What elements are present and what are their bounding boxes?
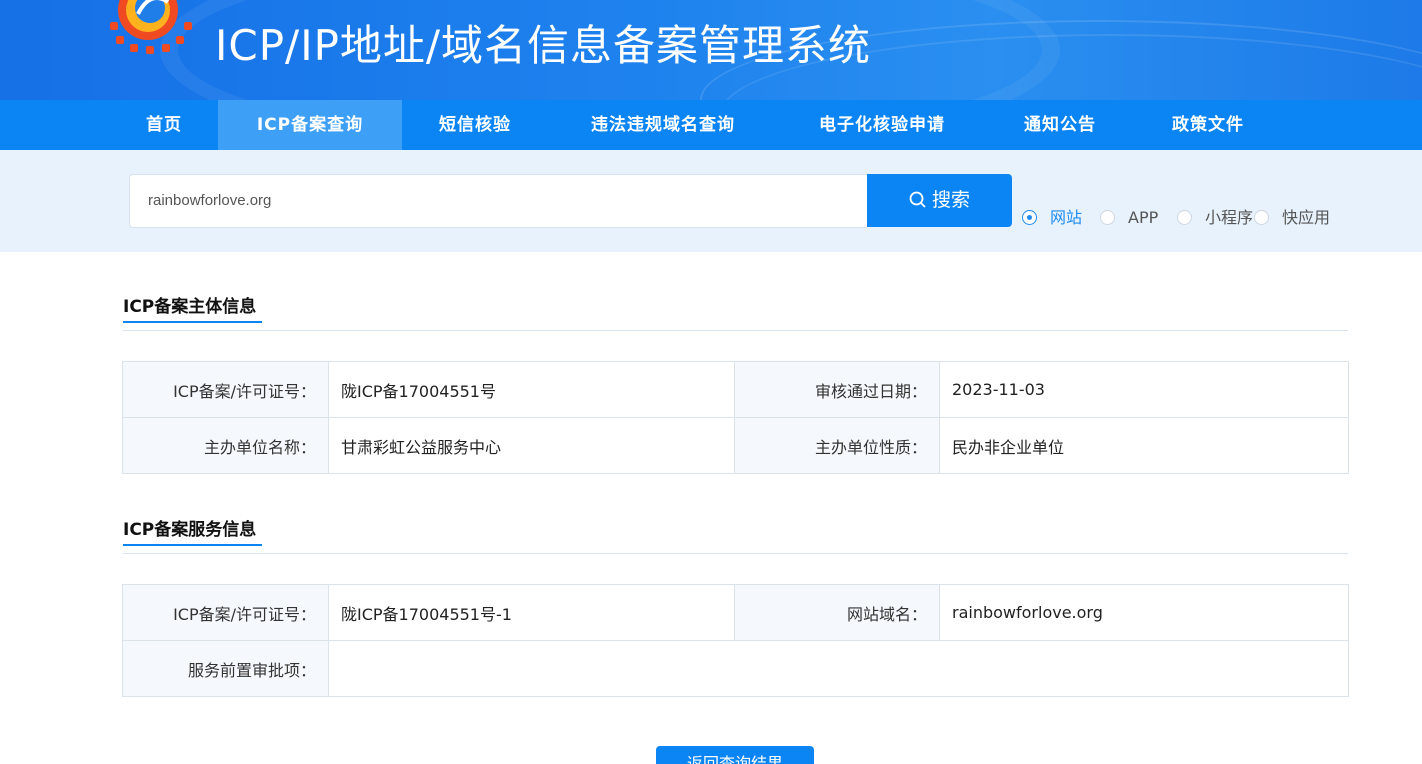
nav-item-sms-verify[interactable]: 短信核验 <box>412 100 538 150</box>
section-title-subject: ICP备案主体信息 <box>123 297 257 317</box>
label-license-number: ICP备案/许可证号： <box>122 361 329 418</box>
label-website-domain: 网站域名： <box>734 584 940 641</box>
section-underline <box>123 321 262 323</box>
nav-item-illegal-domain-query[interactable]: 违法违规域名查询 <box>560 100 766 150</box>
divider <box>123 553 1348 554</box>
radio-dot <box>1022 210 1037 225</box>
gear-logo-icon <box>110 0 192 54</box>
value-service-license-number: 陇ICP备17004551号-1 <box>328 584 735 641</box>
table-row: ICP备案/许可证号： 陇ICP备17004551号 审核通过日期： 2023-… <box>122 361 1349 418</box>
radio-dot <box>1254 210 1269 225</box>
table-row: 主办单位名称： 甘肃彩虹公益服务中心 主办单位性质： 民办非企业单位 <box>122 417 1349 474</box>
back-to-results-button[interactable]: 返回查询结果 <box>656 746 814 764</box>
section-underline <box>123 544 262 546</box>
search-button[interactable]: 搜索 <box>867 174 1012 227</box>
subject-info-table: ICP备案/许可证号： 陇ICP备17004551号 审核通过日期： 2023-… <box>122 361 1349 474</box>
table-row: ICP备案/许可证号： 陇ICP备17004551号-1 网站域名： rainb… <box>122 584 1349 641</box>
label-service-license-number: ICP备案/许可证号： <box>122 584 329 641</box>
value-license-number: 陇ICP备17004551号 <box>328 361 735 418</box>
radio-label: APP <box>1128 208 1159 227</box>
radio-label: 网站 <box>1050 208 1083 227</box>
label-organizer-type: 主办单位性质： <box>734 417 940 474</box>
label-organizer-name: 主办单位名称： <box>122 417 329 474</box>
nav-item-notices[interactable]: 通知公告 <box>998 100 1122 150</box>
value-website-domain: rainbowforlove.org <box>939 584 1349 641</box>
header-banner: ICP/IP地址/域名信息备案管理系统 <box>0 0 1422 100</box>
nav-item-electronic-verify[interactable]: 电子化核验申请 <box>788 100 976 150</box>
value-organizer-type: 民办非企业单位 <box>939 417 1349 474</box>
table-row: 服务前置审批项： <box>122 640 1349 697</box>
radio-label: 小程序 <box>1205 208 1254 227</box>
value-approval-date: 2023-11-03 <box>939 361 1349 418</box>
value-organizer-name: 甘肃彩虹公益服务中心 <box>328 417 735 474</box>
site-title: ICP/IP地址/域名信息备案管理系统 <box>215 21 872 70</box>
label-approval-date: 审核通过日期： <box>734 361 940 418</box>
search-input[interactable]: rainbowforlove.org <box>129 174 867 228</box>
radio-dot <box>1100 210 1115 225</box>
search-area: rainbowforlove.org 搜索 网站 APP 小程序 快应用 <box>0 150 1422 252</box>
nav-item-icp-query[interactable]: ICP备案查询 <box>218 100 402 150</box>
radio-dot <box>1177 210 1192 225</box>
search-icon <box>909 191 926 208</box>
nav-item-policy-docs[interactable]: 政策文件 <box>1144 100 1272 150</box>
section-title-service: ICP备案服务信息 <box>123 520 257 540</box>
search-button-label: 搜索 <box>931 189 970 211</box>
label-pre-approval: 服务前置审批项： <box>122 640 329 697</box>
service-info-table: ICP备案/许可证号： 陇ICP备17004551号-1 网站域名： rainb… <box>122 584 1349 697</box>
value-pre-approval <box>328 640 1349 697</box>
radio-label: 快应用 <box>1282 208 1331 227</box>
divider <box>123 330 1348 331</box>
banner-top-strip <box>215 0 935 2</box>
nav-item-home[interactable]: 首页 <box>115 100 213 150</box>
main-nav: 首页 ICP备案查询 短信核验 违法违规域名查询 电子化核验申请 通知公告 政策… <box>0 100 1422 150</box>
